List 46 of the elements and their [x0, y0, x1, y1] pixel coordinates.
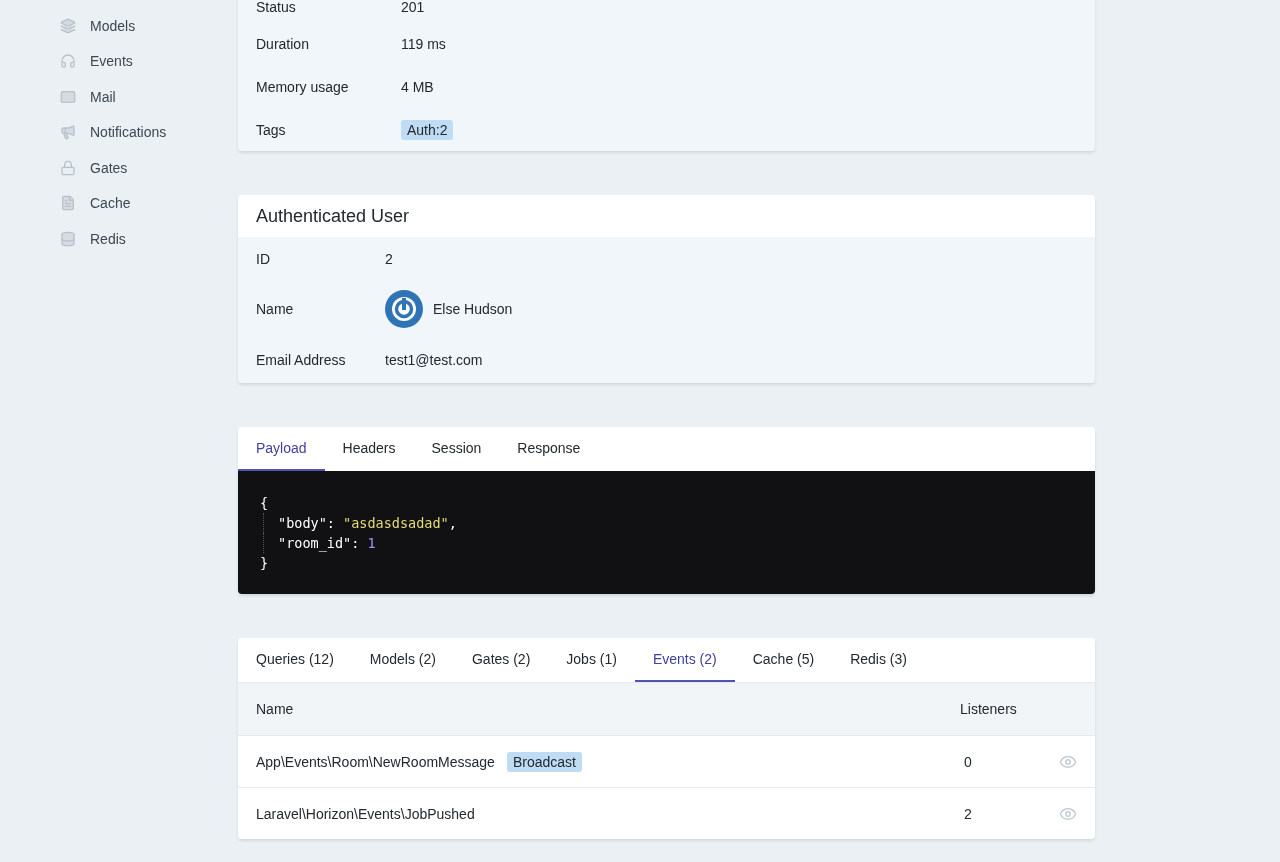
table-cell-text: 0 [964, 753, 973, 770]
megaphone-icon [60, 124, 76, 141]
table-cell: Laravel\Horizon\Events\JobPushed [256, 805, 475, 822]
field-label: Memory usage [256, 78, 350, 95]
field-value: 2 [385, 251, 393, 267]
document-icon [60, 195, 76, 212]
tab[interactable]: Queries (12) [238, 638, 352, 682]
badge: Broadcast [506, 751, 582, 772]
sidebar-item[interactable]: Mail [60, 79, 238, 115]
avatar-icon [385, 290, 423, 328]
tab[interactable]: Session [413, 427, 500, 471]
field-value: test1@test.com [385, 352, 483, 368]
column-header: Name [256, 701, 294, 717]
sidebar-item[interactable]: Events [60, 43, 238, 79]
sidebar-item[interactable]: Cache [60, 185, 238, 221]
field-value: Else Hudson [433, 301, 513, 317]
stack-icon [60, 230, 76, 247]
sidebar-item[interactable]: Redis [60, 221, 238, 257]
tab[interactable]: Cache (5) [734, 638, 833, 682]
tab[interactable]: Gates (2) [453, 638, 549, 682]
tag: Auth:2 [401, 119, 454, 140]
card-title: Authenticated User [255, 204, 411, 228]
code-block: { "body": "asdasdsadad", "room_id": 1 } [238, 471, 1095, 594]
field-label: Status [256, 0, 297, 15]
layers-icon [60, 17, 76, 34]
field-label: Name [256, 301, 295, 317]
tab[interactable]: Redis (3) [832, 638, 925, 682]
tab[interactable]: Models (2) [351, 638, 454, 682]
field-label: ID [256, 251, 271, 267]
sidebar-item[interactable]: Notifications [60, 114, 238, 150]
sidebar-item[interactable]: Gates [60, 150, 238, 186]
field-value: 201 [401, 0, 425, 15]
table-cell: App\Events\Room\NewRoomMessage [256, 753, 495, 770]
sidebar-item[interactable]: Models [60, 8, 238, 44]
lock-icon [60, 159, 76, 176]
field-value: 4 MB [401, 78, 434, 95]
field-label: Tags [256, 121, 287, 138]
tab[interactable]: Jobs (1) [548, 638, 635, 682]
table-cell-text: 2 [964, 805, 973, 822]
field-value: 119 ms [401, 35, 446, 52]
tab[interactable]: Headers [324, 427, 414, 471]
tab[interactable]: Response [499, 427, 599, 471]
column-header: Listeners [960, 701, 1018, 717]
headphones-icon [60, 53, 76, 70]
field-label: Email Address [256, 352, 347, 368]
field-label: Duration [256, 35, 310, 52]
